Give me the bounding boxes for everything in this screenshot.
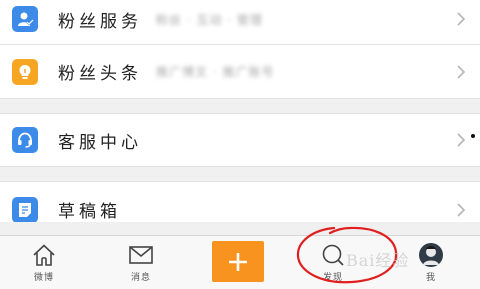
section-separator xyxy=(0,99,480,114)
section-separator xyxy=(0,167,480,182)
tab-me[interactable]: 我 xyxy=(401,236,461,289)
envelope-icon xyxy=(129,246,153,264)
watermark: Bai经验 xyxy=(346,251,410,270)
headset-icon xyxy=(12,127,38,153)
tab-me-label: 我 xyxy=(425,273,436,283)
settings-group-1: 粉丝服务 粉丝 · 互动 · 管理 粉丝头条 推广博文 · 推广账号 xyxy=(0,0,480,99)
tab-home-label: 微博 xyxy=(33,273,54,283)
fan-headline-label: 粉丝头条 xyxy=(58,64,142,84)
tab-messages[interactable]: 消息 xyxy=(111,236,171,289)
settings-group-2: 客服中心 xyxy=(0,114,480,167)
chevron-right-icon xyxy=(457,64,466,79)
drafts-label: 草稿箱 xyxy=(58,202,121,222)
fan-service-icon xyxy=(12,6,38,32)
chevron-right-icon xyxy=(457,133,466,147)
chevron-right-icon xyxy=(457,12,466,26)
search-icon xyxy=(322,244,344,266)
bottom-spacer xyxy=(0,222,480,235)
fan-headline-icon xyxy=(12,58,38,85)
chevron-right-icon xyxy=(457,202,466,217)
plus-icon xyxy=(229,252,247,271)
fan-service-subtitle: 粉丝 · 互动 · 管理 xyxy=(156,12,263,27)
tab-messages-label: 消息 xyxy=(130,273,151,283)
stray-dot xyxy=(471,134,475,138)
fan-service-row[interactable]: 粉丝服务 粉丝 · 互动 · 管理 xyxy=(0,0,480,45)
compose-button[interactable] xyxy=(212,241,264,282)
drafts-icon xyxy=(12,196,38,223)
home-icon xyxy=(33,244,55,266)
tab-home[interactable]: 微博 xyxy=(14,236,74,289)
fan-service-label: 粉丝服务 xyxy=(58,11,142,32)
fan-headline-subtitle: 推广博文 · 推广账号 xyxy=(156,65,275,79)
tab-discover-label: 发现 xyxy=(322,273,343,283)
fan-headline-row[interactable]: 粉丝头条 推广博文 · 推广账号 xyxy=(0,45,480,98)
customer-service-row[interactable]: 客服中心 xyxy=(0,114,480,166)
avatar-icon xyxy=(419,243,443,267)
customer-service-label: 客服中心 xyxy=(58,132,142,153)
